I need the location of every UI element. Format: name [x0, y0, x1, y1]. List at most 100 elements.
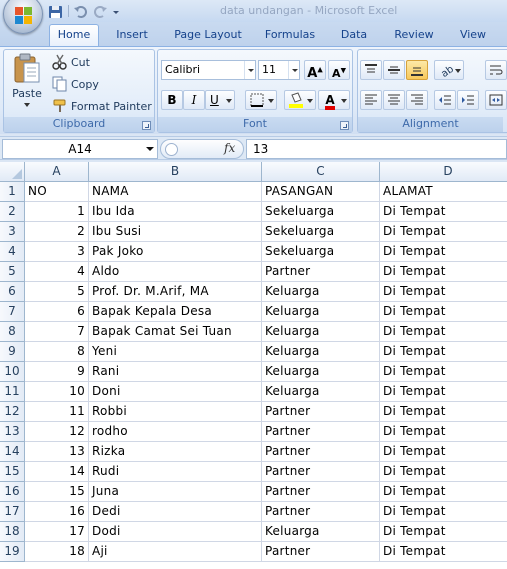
tab-review[interactable]: Review — [387, 25, 441, 46]
name-box[interactable]: A14 — [2, 139, 158, 159]
row-header[interactable]: 16 — [0, 482, 25, 502]
cell-pasangan[interactable]: Partner — [262, 422, 380, 442]
align-middle-button[interactable] — [383, 60, 405, 80]
orientation-dropdown-icon[interactable] — [455, 69, 461, 73]
cut-button[interactable]: Cut — [52, 54, 90, 70]
cell-nama[interactable]: Aji — [89, 542, 262, 562]
orientation-button[interactable]: ab — [434, 60, 464, 80]
cell-no[interactable]: 6 — [25, 302, 89, 322]
cell-nama[interactable]: Pak Joko — [89, 242, 262, 262]
cell-no[interactable]: 4 — [25, 262, 89, 282]
cell-alamat[interactable]: Di Tempat — [380, 342, 507, 362]
font-name-combo[interactable]: Calibri — [161, 60, 256, 80]
cell-alamat[interactable]: Di Tempat — [380, 382, 507, 402]
cell-no[interactable]: 11 — [25, 402, 89, 422]
underline-dropdown-icon[interactable] — [226, 99, 232, 103]
formula-input[interactable]: 13 — [246, 139, 507, 159]
cell-pasangan[interactable]: Partner — [262, 542, 380, 562]
underline-button[interactable]: U — [205, 90, 235, 110]
bold-button[interactable]: B — [161, 90, 183, 110]
cell-alamat[interactable]: Di Tempat — [380, 322, 507, 342]
cell-alamat[interactable]: ALAMAT — [380, 182, 507, 202]
cell-nama[interactable]: Aldo — [89, 262, 262, 282]
cell-alamat[interactable]: Di Tempat — [380, 262, 507, 282]
cell-no[interactable]: 2 — [25, 222, 89, 242]
fill-color-dropdown-icon[interactable] — [307, 99, 313, 103]
cell-alamat[interactable]: Di Tempat — [380, 462, 507, 482]
align-center-button[interactable] — [383, 90, 405, 110]
font-name-dropdown-icon[interactable] — [244, 61, 255, 79]
cell-no[interactable]: 16 — [25, 502, 89, 522]
borders-dropdown-icon[interactable] — [268, 99, 274, 103]
cell-nama[interactable]: Prof. Dr. M.Arif, MA — [89, 282, 262, 302]
align-left-button[interactable] — [360, 90, 382, 110]
tab-insert[interactable]: Insert — [109, 25, 155, 46]
cell-alamat[interactable]: Di Tempat — [380, 502, 507, 522]
copy-button[interactable]: Copy — [52, 76, 99, 92]
select-all-button[interactable] — [0, 162, 25, 182]
cell-pasangan[interactable]: Sekeluarga — [262, 202, 380, 222]
tab-page-layout[interactable]: Page Layout — [168, 25, 248, 46]
name-box-dropdown-icon[interactable] — [146, 147, 154, 151]
increase-indent-button[interactable] — [457, 90, 479, 110]
cell-alamat[interactable]: Di Tempat — [380, 542, 507, 562]
cell-nama[interactable]: Robbi — [89, 402, 262, 422]
font-color-button[interactable]: A — [318, 90, 350, 110]
cell-nama[interactable]: NAMA — [89, 182, 262, 202]
save-icon[interactable] — [48, 4, 64, 18]
cell-nama[interactable]: Juna — [89, 482, 262, 502]
font-size-combo[interactable]: 11 — [258, 60, 300, 80]
customize-qat-icon[interactable] — [111, 4, 127, 18]
cell-nama[interactable]: Doni — [89, 382, 262, 402]
cell-alamat[interactable]: Di Tempat — [380, 482, 507, 502]
cell-alamat[interactable]: Di Tempat — [380, 202, 507, 222]
row-header[interactable]: 7 — [0, 302, 25, 322]
cell-pasangan[interactable]: Partner — [262, 402, 380, 422]
cell-no[interactable]: 10 — [25, 382, 89, 402]
formula-bar-splitter-icon[interactable] — [165, 143, 178, 156]
cell-pasangan[interactable]: Keluarga — [262, 522, 380, 542]
cell-no[interactable]: 12 — [25, 422, 89, 442]
cell-no[interactable]: 13 — [25, 442, 89, 462]
cell-nama[interactable]: Ibu Susi — [89, 222, 262, 242]
align-top-button[interactable] — [360, 60, 382, 80]
merge-center-button[interactable] — [485, 90, 507, 110]
tab-view[interactable]: View — [452, 25, 494, 46]
cell-alamat[interactable]: Di Tempat — [380, 422, 507, 442]
cell-pasangan[interactable]: Keluarga — [262, 382, 380, 402]
cell-pasangan[interactable]: Keluarga — [262, 362, 380, 382]
column-header-c[interactable]: C — [262, 162, 380, 182]
cell-alamat[interactable]: Di Tempat — [380, 362, 507, 382]
row-header[interactable]: 8 — [0, 322, 25, 342]
cell-no[interactable]: 7 — [25, 322, 89, 342]
cell-nama[interactable]: Ibu Ida — [89, 202, 262, 222]
cell-no[interactable]: 17 — [25, 522, 89, 542]
align-bottom-button[interactable] — [406, 60, 428, 80]
format-painter-button[interactable]: Format Painter — [52, 98, 152, 114]
undo-icon[interactable] — [73, 4, 89, 18]
row-header[interactable]: 10 — [0, 362, 25, 382]
column-header-d[interactable]: D — [380, 162, 507, 182]
cell-pasangan[interactable]: Keluarga — [262, 322, 380, 342]
row-header[interactable]: 12 — [0, 402, 25, 422]
cell-no[interactable]: 9 — [25, 362, 89, 382]
row-header[interactable]: 13 — [0, 422, 25, 442]
row-header[interactable]: 19 — [0, 542, 25, 562]
redo-icon[interactable] — [92, 4, 108, 18]
shrink-font-button[interactable]: A▼ — [328, 60, 350, 80]
row-header[interactable]: 15 — [0, 462, 25, 482]
insert-function-icon[interactable]: fx — [224, 141, 235, 155]
row-header[interactable]: 17 — [0, 502, 25, 522]
tab-formulas[interactable]: Formulas — [259, 25, 321, 46]
grow-font-button[interactable]: A▲ — [304, 60, 326, 81]
cell-pasangan[interactable]: Partner — [262, 262, 380, 282]
row-header[interactable]: 2 — [0, 202, 25, 222]
cell-no[interactable]: NO — [25, 182, 89, 202]
paste-button[interactable]: Paste — [8, 52, 46, 116]
cell-alamat[interactable]: Di Tempat — [380, 402, 507, 422]
decrease-indent-button[interactable] — [434, 90, 456, 110]
clipboard-dialog-launcher-icon[interactable] — [142, 121, 151, 130]
cell-pasangan[interactable]: Partner — [262, 482, 380, 502]
cell-nama[interactable]: Rizka — [89, 442, 262, 462]
cell-pasangan[interactable]: Sekeluarga — [262, 242, 380, 262]
